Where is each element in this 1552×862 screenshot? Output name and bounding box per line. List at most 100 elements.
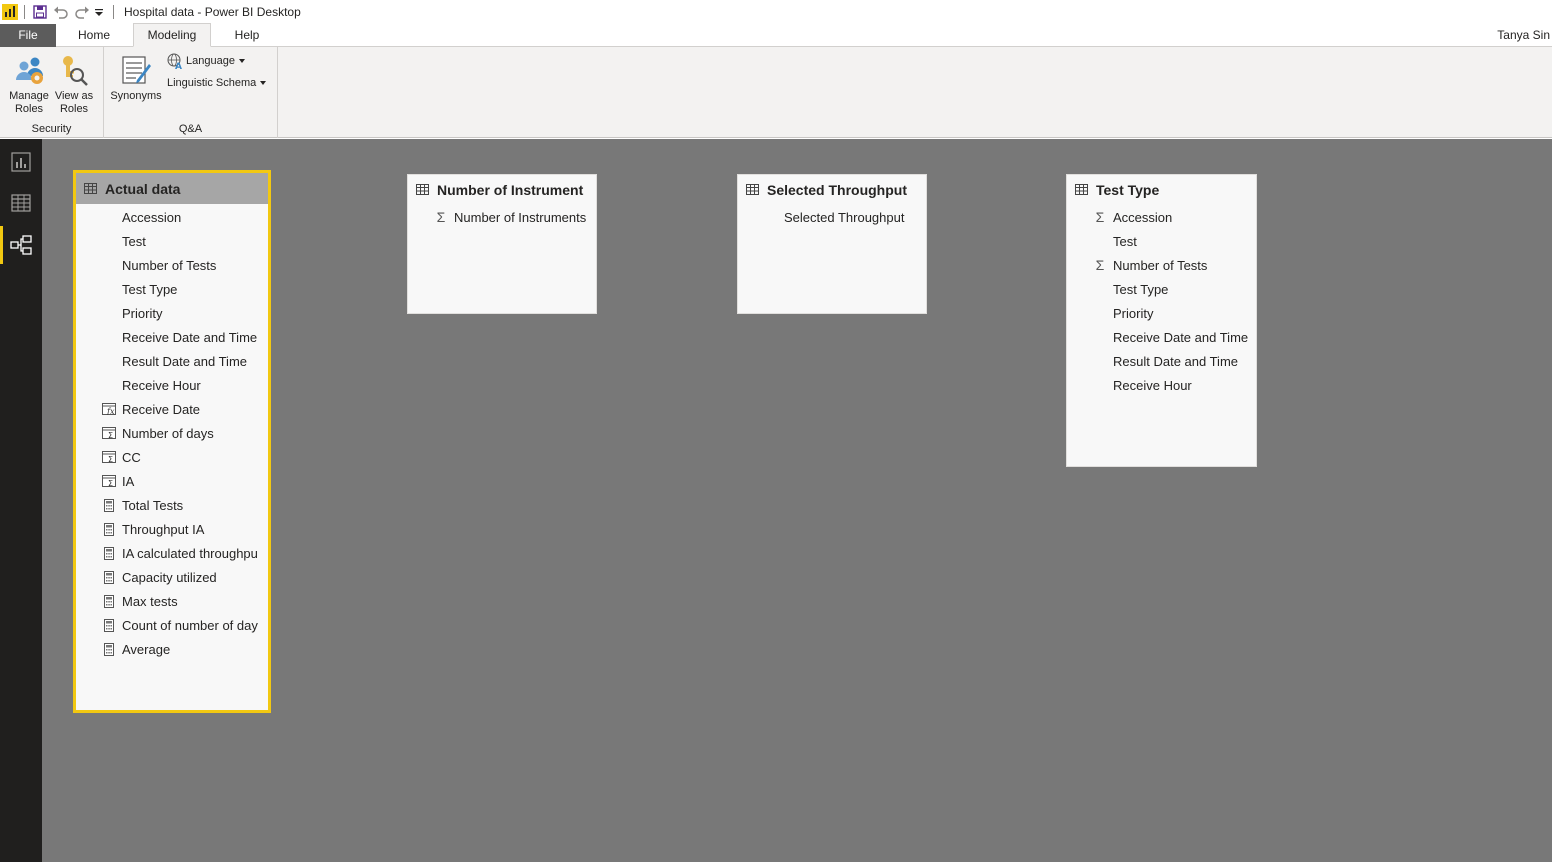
data-view-icon: [11, 194, 31, 212]
field-name: Number of Tests: [1113, 257, 1208, 273]
table-field[interactable]: Average: [96, 637, 268, 661]
field-name: Max tests: [122, 593, 178, 609]
measure-icon: [96, 517, 122, 541]
table-field[interactable]: Number of Tests: [96, 253, 268, 277]
language-icon: A: [167, 53, 182, 69]
blank-icon: [1087, 301, 1113, 325]
user-name[interactable]: Tanya Sin: [1497, 24, 1550, 47]
table-card-header[interactable]: Number of Instrument: [408, 175, 596, 205]
blank-icon: [96, 349, 122, 373]
field-list: Selected Throughput: [738, 205, 926, 229]
table-card-header[interactable]: Actual data: [76, 173, 268, 204]
blank-icon: [1087, 277, 1113, 301]
sigma-icon: Σ: [1095, 257, 1105, 273]
table-card-actual-data[interactable]: Actual data Accession Test Number of Tes…: [73, 170, 271, 713]
table-card-selected-throughput[interactable]: Selected Throughput Selected Throughput: [737, 174, 927, 314]
table-field[interactable]: Priority: [96, 301, 268, 325]
undo-icon[interactable]: [52, 3, 70, 21]
blank-icon: [96, 253, 122, 277]
synonyms-label: Synonyms: [110, 90, 162, 102]
field-name: CC: [122, 449, 141, 465]
table-field[interactable]: Priority: [1087, 301, 1256, 325]
blank-icon: [96, 301, 122, 325]
sigma-icon: Σ: [436, 209, 446, 225]
customize-qat-icon[interactable]: [94, 3, 104, 21]
table-field[interactable]: Count of number of day: [96, 613, 268, 637]
manage-roles-label-2: Roles: [14, 103, 44, 115]
table-field[interactable]: Test: [96, 229, 268, 253]
synonyms-button[interactable]: Synonyms: [108, 54, 164, 103]
measure-icon: [96, 541, 122, 565]
qat-divider: [24, 5, 25, 19]
measure-icon: [96, 637, 122, 661]
table-field[interactable]: Receive Date and Time: [1087, 325, 1256, 349]
tab-home[interactable]: Home: [60, 24, 128, 47]
tab-file[interactable]: File: [0, 24, 56, 47]
svg-text:Σ: Σ: [108, 479, 113, 487]
ribbon: Manage Roles View as Roles Security Syno…: [0, 47, 1552, 138]
linguistic-schema-dropdown[interactable]: Linguistic Schema: [167, 77, 267, 89]
linguistic-schema-label: Linguistic Schema: [167, 77, 257, 89]
table-field[interactable]: Test: [1087, 229, 1256, 253]
blank-icon: [96, 229, 122, 253]
table-field[interactable]: Accession: [96, 205, 268, 229]
table-field[interactable]: Total Tests: [96, 493, 268, 517]
table-card-header[interactable]: Test Type: [1067, 175, 1256, 205]
measure-icon: [96, 589, 122, 613]
table-field[interactable]: Test Type: [96, 277, 268, 301]
table-field[interactable]: IA calculated throughpu: [96, 541, 268, 565]
table-field[interactable]: Σ Number of days: [96, 421, 268, 445]
view-as-roles-label-1: View as: [54, 90, 94, 102]
field-name: Test: [1113, 233, 1137, 249]
calculated-column-sigma-icon: Σ: [96, 469, 122, 493]
table-field[interactable]: Capacity utilized: [96, 565, 268, 589]
field-name: Selected Throughput: [784, 209, 905, 225]
table-field[interactable]: Result Date and Time: [1087, 349, 1256, 373]
table-field[interactable]: Σ Number of Instruments: [428, 205, 596, 229]
table-field[interactable]: Σ CC: [96, 445, 268, 469]
measure-icon: [96, 613, 122, 637]
table-field[interactable]: Max tests: [96, 589, 268, 613]
synonyms-icon: [120, 54, 152, 86]
table-field[interactable]: Receive Hour: [96, 373, 268, 397]
model-view-button[interactable]: [0, 226, 42, 264]
report-view-icon: [11, 152, 31, 172]
report-view-button[interactable]: [0, 143, 42, 181]
blank-icon: [1087, 229, 1113, 253]
svg-text:A: A: [175, 62, 182, 69]
manage-roles-icon: [13, 54, 45, 86]
table-icon: [746, 182, 759, 198]
field-name: Accession: [122, 209, 182, 225]
blank-icon: [1087, 373, 1113, 397]
table-field[interactable]: Receive Date and Time: [96, 325, 268, 349]
manage-roles-button[interactable]: Manage Roles: [4, 54, 54, 116]
language-dropdown[interactable]: A Language: [167, 53, 245, 69]
table-field[interactable]: fx Receive Date: [96, 397, 268, 421]
table-field[interactable]: Selected Throughput: [758, 205, 926, 229]
table-field[interactable]: Σ Accession: [1087, 205, 1256, 229]
table-field[interactable]: Σ Number of Tests: [1087, 253, 1256, 277]
table-field[interactable]: Test Type: [1087, 277, 1256, 301]
redo-icon[interactable]: [73, 3, 91, 21]
svg-text:Σ: Σ: [108, 455, 113, 463]
view-as-roles-button[interactable]: View as Roles: [52, 54, 96, 116]
table-card-number-of-instrument[interactable]: Number of Instrument Σ Number of Instrume…: [407, 174, 597, 314]
table-card-header[interactable]: Selected Throughput: [738, 175, 926, 205]
field-name: Priority: [1113, 305, 1154, 321]
table-field[interactable]: Receive Hour: [1087, 373, 1256, 397]
ribbon-group-security: Manage Roles View as Roles Security: [0, 47, 104, 138]
field-name: Total Tests: [122, 497, 184, 513]
blank-icon: [96, 205, 122, 229]
table-field[interactable]: Throughput IA: [96, 517, 268, 541]
calculated-column-sigma-icon: Σ: [96, 421, 122, 445]
tab-modeling[interactable]: Modeling: [133, 23, 211, 47]
blank-icon: [96, 277, 122, 301]
save-icon[interactable]: [31, 3, 49, 21]
model-canvas[interactable]: Actual data Accession Test Number of Tes…: [42, 139, 1552, 862]
field-name: Count of number of day: [122, 617, 258, 633]
table-field[interactable]: Σ IA: [96, 469, 268, 493]
tab-help[interactable]: Help: [216, 24, 278, 47]
table-field[interactable]: Result Date and Time: [96, 349, 268, 373]
data-view-button[interactable]: [0, 184, 42, 222]
table-card-test-type[interactable]: Test Type Σ Accession Test Σ Number of Tes…: [1066, 174, 1257, 467]
